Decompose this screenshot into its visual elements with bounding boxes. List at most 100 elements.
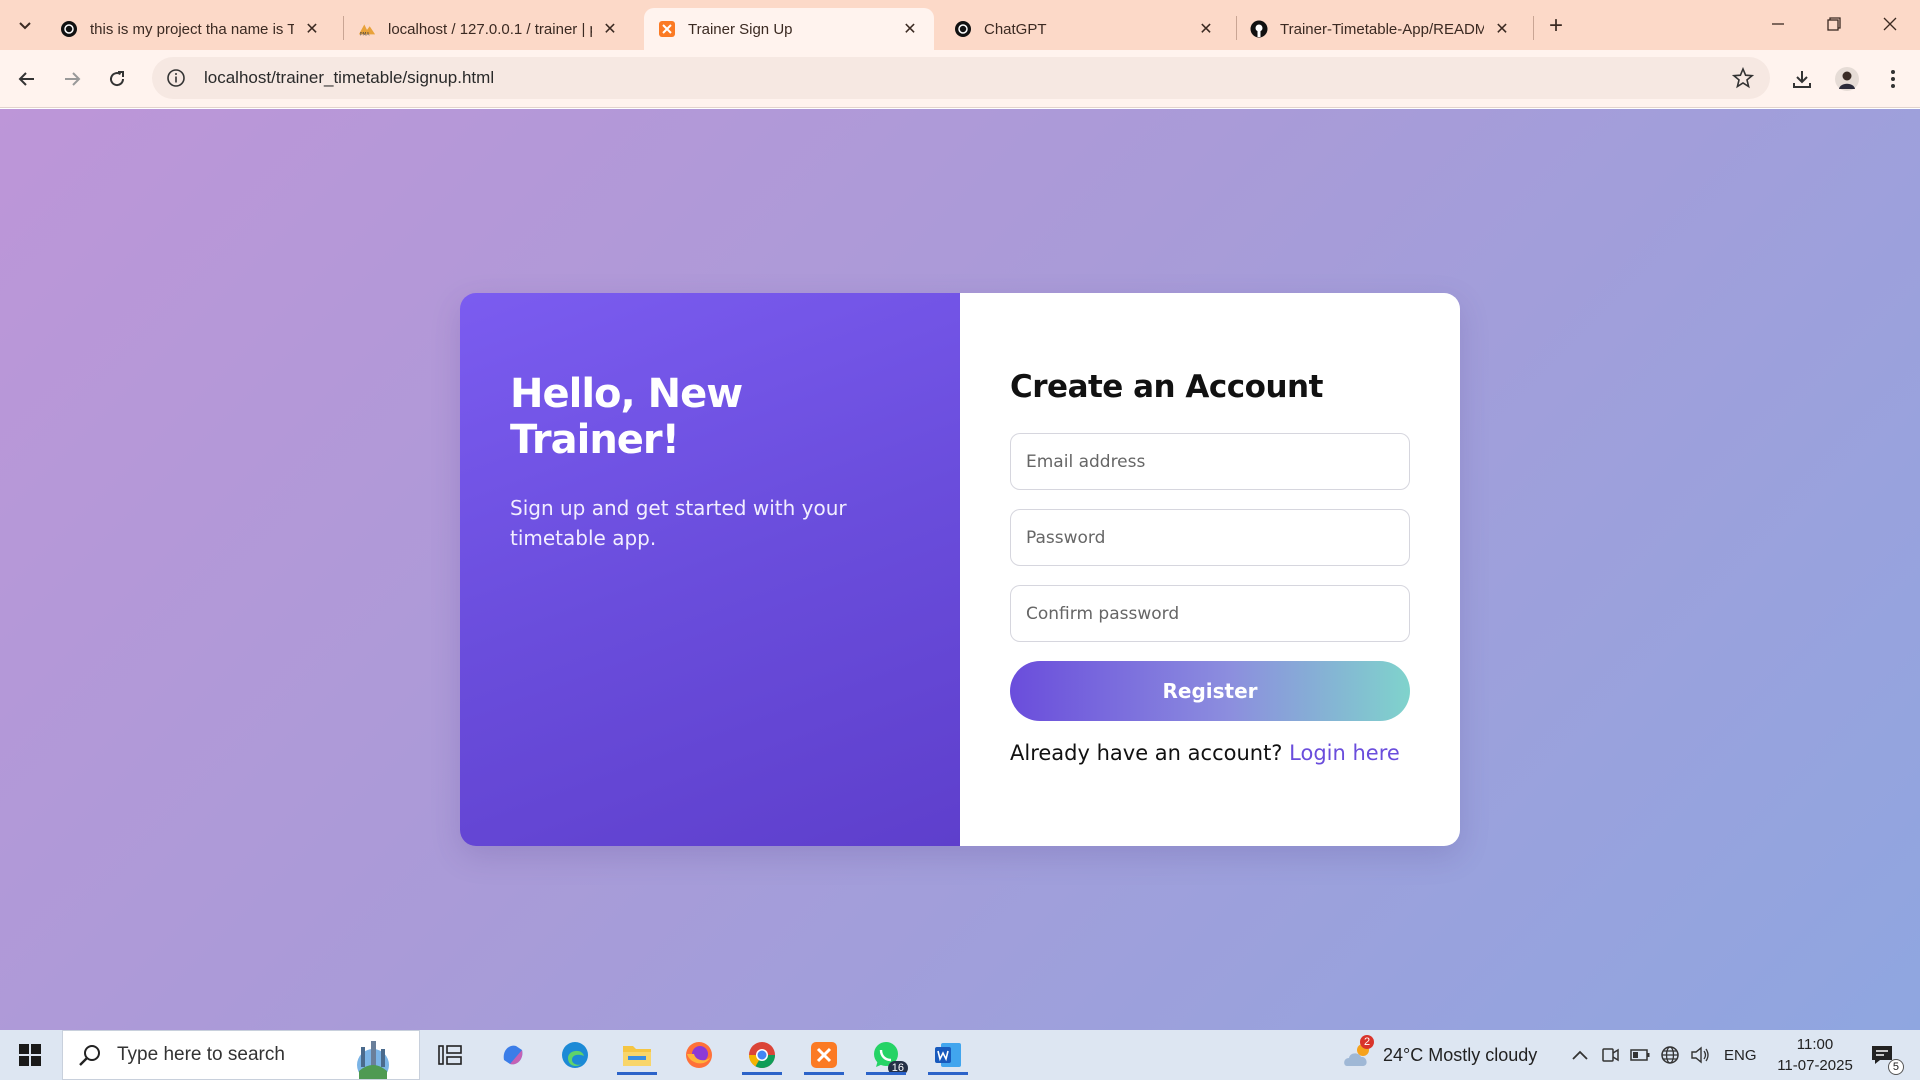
running-indicator [804,1072,844,1075]
search-highlight-art-icon [357,1041,389,1079]
weather-alert-badge: 2 [1360,1035,1375,1049]
arrow-right-icon [65,72,81,86]
tab-search-button[interactable] [10,10,40,40]
tab-project[interactable]: this is my project tha name is Tr ✕ [46,8,336,50]
weather-text[interactable]: 24°C Mostly cloudy [1383,1030,1537,1080]
start-button[interactable] [10,1037,50,1073]
chatgpt-icon [954,20,972,38]
file-explorer-button[interactable] [617,1035,657,1075]
address-bar[interactable]: localhost/trainer_timetable/signup.html [152,57,1770,99]
login-prompt-text: Already have an account? [1010,741,1283,765]
firefox-button[interactable] [679,1035,719,1075]
speaker-icon [1691,1046,1709,1064]
close-icon[interactable]: ✕ [302,19,322,39]
restore-button[interactable] [1814,8,1854,40]
tab-divider [1533,16,1534,40]
word-button[interactable] [928,1035,968,1075]
tab-title: localhost / 127.0.0.1 / trainer | p [388,20,592,38]
word-icon [935,1043,961,1067]
volume-button[interactable] [1688,1043,1712,1067]
copilot-icon [503,1045,523,1065]
chatgpt-icon [60,20,78,38]
welcome-subtitle: Sign up and get started with your timeta… [510,496,847,550]
clock-date: 11-07-2025 [1777,1057,1853,1074]
github-icon [1250,20,1268,38]
copilot-button[interactable] [493,1035,533,1075]
running-indicator [928,1072,968,1075]
close-icon[interactable]: ✕ [900,19,920,39]
confirm-password-field[interactable] [1010,585,1410,642]
notification-count-badge: 5 [1887,1059,1904,1075]
search-icon [79,1045,100,1066]
register-button[interactable]: Register [1010,661,1410,721]
downloads-button[interactable] [1785,62,1819,96]
windows-logo-icon [19,1044,41,1066]
login-link[interactable]: Login here [1289,741,1400,765]
chrome-button[interactable] [742,1035,782,1075]
welcome-panel: Hello, New Trainer! Sign up and get star… [460,293,960,846]
signup-card: Hello, New Trainer! Sign up and get star… [460,293,1460,846]
site-info-icon[interactable] [166,68,186,88]
show-hidden-icons-button[interactable] [1568,1043,1592,1067]
forward-button[interactable] [55,62,89,96]
battery-icon [1630,1049,1650,1061]
clock-time: 11:00 [1796,1036,1834,1053]
edge-button[interactable] [555,1035,595,1075]
browser-tab-strip: this is my project tha name is Tr ✕ PMA … [0,0,1920,50]
profile-avatar[interactable] [1830,62,1864,96]
tab-title: ChatGPT [984,20,1047,38]
xampp-button[interactable] [804,1035,844,1075]
tab-title: this is my project tha name is Tr [90,20,294,38]
signup-form-panel: Create an Account Register Already have … [960,293,1460,846]
reload-button[interactable] [100,62,134,96]
new-tab-button[interactable]: + [1542,12,1570,40]
meet-now-button[interactable] [1598,1043,1622,1067]
minimize-icon [1772,23,1784,25]
phpmyadmin-icon: PMA [358,20,376,38]
form-title: Create an Account [1010,369,1323,405]
login-prompt-row: Already have an account? Login here [1010,741,1410,765]
tab-chatgpt[interactable]: ChatGPT ✕ [940,8,1230,50]
bookmark-star-icon[interactable] [1732,67,1754,89]
tab-trainer-signup[interactable]: Trainer Sign Up ✕ [644,8,934,50]
taskbar-search-box[interactable]: Type here to search [62,1030,420,1080]
browser-menu-button[interactable] [1876,62,1910,96]
task-view-button[interactable] [430,1035,470,1075]
arrow-left-icon [18,72,34,86]
download-icon [1793,71,1811,88]
task-view-icon [438,1045,462,1065]
avatar-icon [1835,67,1859,91]
folder-icon [623,1046,651,1066]
close-icon[interactable]: ✕ [1196,19,1216,39]
chevron-down-icon [19,22,31,30]
input-language[interactable]: ENG [1724,1030,1757,1080]
tab-title: Trainer-Timetable-App/READM [1280,20,1484,38]
page-background: Hello, New Trainer! Sign up and get star… [0,109,1920,1030]
globe-icon [1661,1046,1679,1064]
weather-button[interactable]: 2 [1338,1035,1378,1075]
edge-browser-icon [562,1042,588,1068]
tab-phpmyadmin[interactable]: PMA localhost / 127.0.0.1 / trainer | p … [344,8,634,50]
more-vertical-icon [1891,70,1895,88]
taskbar-clock[interactable]: 11:00 11-07-2025 [1760,1034,1870,1076]
password-field[interactable] [1010,509,1410,566]
tab-title: Trainer Sign Up [688,20,793,38]
close-icon[interactable]: ✕ [600,19,620,39]
close-icon[interactable]: ✕ [1492,19,1512,39]
chevron-up-icon [1572,1050,1588,1060]
running-indicator [866,1072,906,1075]
minimize-button[interactable] [1758,8,1798,40]
tab-github-readme[interactable]: Trainer-Timetable-App/READM ✕ [1236,8,1526,50]
chrome-icon [748,1042,776,1069]
windows-taskbar: Type here to search 16 2 24°C Mostly clo… [0,1030,1920,1080]
back-button[interactable] [10,62,44,96]
xampp-icon [811,1042,837,1068]
running-indicator [617,1072,657,1075]
network-button[interactable] [1658,1043,1682,1067]
whatsapp-button[interactable]: 16 [866,1035,908,1075]
svg-text:PMA: PMA [360,31,371,37]
close-window-button[interactable] [1870,8,1910,40]
notification-center-button[interactable]: 5 [1862,1035,1904,1075]
battery-button[interactable] [1628,1043,1652,1067]
email-field[interactable] [1010,433,1410,490]
